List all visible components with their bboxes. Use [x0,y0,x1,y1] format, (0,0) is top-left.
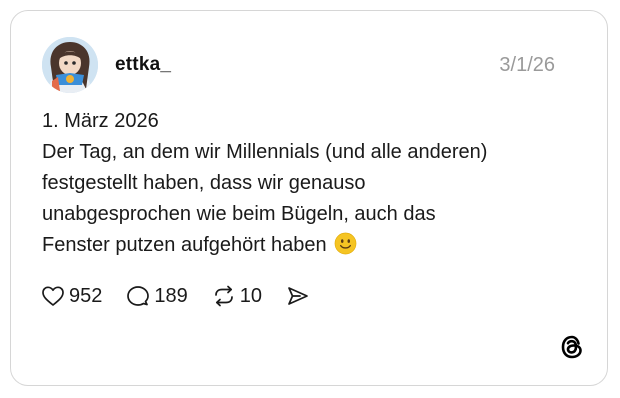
reply-count: 189 [154,284,188,307]
avatar-image [42,37,98,93]
repost-button[interactable]: 10 [212,285,262,308]
post-card: ettka_ 3/1/26 1. März 2026 Der Tag, an d… [10,10,608,386]
post-text-line: Der Tag, an dem wir Millennials (und all… [42,141,488,163]
post-actions: 952 189 10 [41,283,334,309]
speech-bubble-icon [126,285,150,307]
like-button[interactable]: 952 [41,285,102,308]
post-text-line: 1. März 2026 [42,110,159,132]
like-count: 952 [69,284,103,307]
slightly-smiling-face-icon [334,232,357,265]
post-text-line: festgestellt haben, dass wir genauso [42,172,366,194]
repost-arrows-icon [212,285,236,307]
post-text-line: Fenster putzen aufgehört haben [42,234,327,256]
share-button[interactable] [286,285,310,307]
avatar[interactable] [42,37,98,93]
heart-icon [41,285,65,307]
post-text-line-last: Fenster putzen aufgehört haben [42,230,582,265]
repost-count: 10 [239,284,262,307]
post-header: ettka_ 3/1/26 [42,37,555,93]
username[interactable]: ettka_ [115,54,171,76]
post-body: 1. März 2026 Der Tag, an dem wir Millenn… [42,106,582,265]
post-date[interactable]: 3/1/26 [499,54,555,77]
threads-logo-icon[interactable] [559,334,585,360]
send-icon [286,285,310,307]
reply-button[interactable]: 189 [126,284,188,308]
post-text-line: unabgesprochen wie beim Bügeln, auch das [42,203,436,225]
